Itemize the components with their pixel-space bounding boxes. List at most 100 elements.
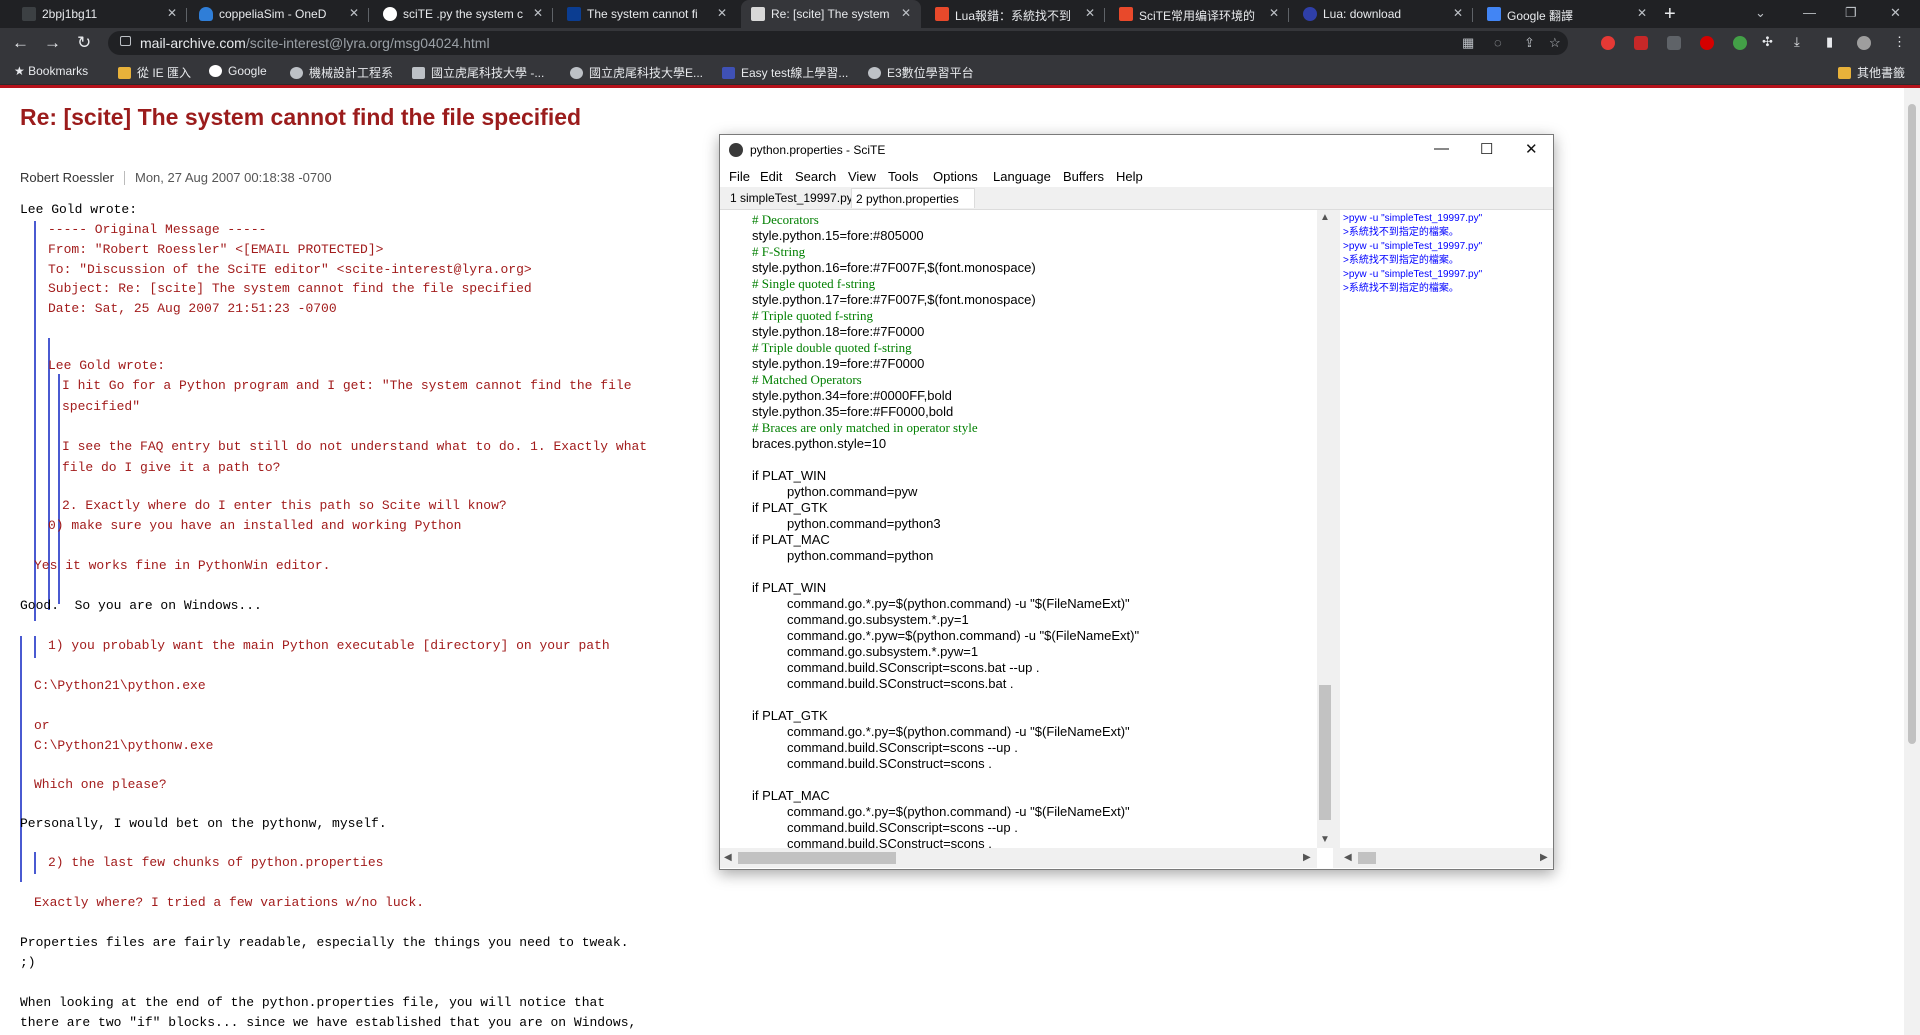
browser-tab[interactable]: 2bpj1bg11 ✕ xyxy=(12,0,187,28)
adblock-icon[interactable] xyxy=(1700,36,1714,50)
menu-icon[interactable]: ⋮ xyxy=(1893,34,1906,50)
close-icon[interactable]: ✕ xyxy=(167,6,177,20)
scrollbar-thumb[interactable] xyxy=(738,852,896,864)
close-icon[interactable]: ✕ xyxy=(1085,6,1095,20)
restore-icon[interactable]: ❐ xyxy=(1845,5,1857,21)
bookmark-item[interactable]: Easy test線上學習... xyxy=(722,64,848,81)
new-tab-button[interactable]: + xyxy=(1664,3,1676,26)
menu-file[interactable]: File xyxy=(729,169,750,184)
address-bar[interactable]: mail-archive.com/scite-interest@lyra.org… xyxy=(108,31,1568,55)
menu-search[interactable]: Search xyxy=(795,169,836,184)
close-icon[interactable]: ✕ xyxy=(1525,140,1538,158)
tab-search-icon[interactable]: ⌄ xyxy=(1755,5,1766,21)
close-window-icon[interactable]: ✕ xyxy=(1890,5,1901,21)
author-link[interactable]: Robert Roessler xyxy=(20,170,114,185)
pane-splitter[interactable] xyxy=(1333,210,1340,868)
share-icon[interactable]: ⇪ xyxy=(1524,35,1535,51)
quoted-line: Which one please? xyxy=(34,777,167,792)
bookmarks-button[interactable]: ★ Bookmarks xyxy=(14,64,88,78)
buffer-tab[interactable]: 1 simpleTest_19997.py xyxy=(726,188,853,208)
close-icon[interactable]: ✕ xyxy=(1269,6,1279,20)
reload-icon[interactable]: ↻ xyxy=(77,33,91,53)
back-icon[interactable]: ← xyxy=(12,33,29,53)
csdn-icon xyxy=(1119,7,1133,21)
minimize-icon[interactable]: — xyxy=(1434,140,1449,157)
quoted-line: Date: Sat, 25 Aug 2007 21:51:23 -0700 xyxy=(48,301,337,316)
google-icon xyxy=(383,7,397,21)
close-icon[interactable]: ✕ xyxy=(1453,6,1463,20)
download-icon[interactable]: ⤓ xyxy=(1794,34,1800,50)
menu-buffers[interactable]: Buffers xyxy=(1063,169,1104,184)
editor-pane[interactable]: # Decorators style.python.15=fore:#805000… xyxy=(720,210,1317,848)
buffer-tab-active[interactable]: 2 python.properties xyxy=(851,188,975,208)
output-line: >pyw -u "simpleTest_19997.py" xyxy=(1343,213,1483,224)
gmail-extension-icon[interactable] xyxy=(1634,36,1648,50)
scroll-up-icon[interactable]: ▲ xyxy=(1320,212,1330,223)
extension-icon[interactable] xyxy=(1733,36,1747,50)
browser-tab[interactable]: coppeliaSim - OneD ✕ xyxy=(189,0,369,28)
extension-icon[interactable] xyxy=(1667,36,1681,50)
extension-icon[interactable] xyxy=(1601,36,1615,50)
page-scrollbar[interactable] xyxy=(1904,88,1920,1035)
menu-language[interactable]: Language xyxy=(993,169,1051,184)
scroll-right-icon[interactable]: ▶ xyxy=(1540,852,1548,863)
menu-edit[interactable]: Edit xyxy=(760,169,782,184)
puzzle-icon[interactable]: ✣ xyxy=(1762,34,1773,50)
maximize-icon[interactable]: ☐ xyxy=(1480,140,1493,158)
close-icon[interactable]: ✕ xyxy=(533,6,543,20)
code-line: python.command=python3 xyxy=(787,516,941,531)
browser-tab[interactable]: Google 翻譯 ✕ xyxy=(1477,0,1657,28)
scrollbar-thumb[interactable] xyxy=(1908,104,1916,744)
bookmark-item[interactable]: 機械設計工程系 xyxy=(290,64,393,81)
minimize-icon[interactable]: — xyxy=(1803,5,1816,20)
menu-tools[interactable]: Tools xyxy=(888,169,918,184)
bookmark-item[interactable]: E3數位學習平台 xyxy=(868,64,974,81)
quoted-line: Lee Gold wrote: xyxy=(48,358,166,373)
quoted-line: or xyxy=(34,718,50,733)
scroll-left-icon[interactable]: ◀ xyxy=(1344,852,1352,863)
browser-tab[interactable]: Lua報錯：系統找不到 ✕ xyxy=(925,0,1105,28)
output-line: >系統找不到指定的檔案。 xyxy=(1343,283,1459,294)
scrollbar-thumb[interactable] xyxy=(1358,852,1376,864)
nfu-icon xyxy=(412,67,425,79)
bookmark-item[interactable]: 國立虎尾科技大學 -... xyxy=(412,64,544,81)
bookmark-item[interactable]: Google xyxy=(209,64,267,78)
scroll-left-icon[interactable]: ◀ xyxy=(724,852,732,863)
menu-options[interactable]: Options xyxy=(933,169,978,184)
editor-vertical-scrollbar[interactable]: ▲ ▼ xyxy=(1317,210,1333,848)
close-icon[interactable]: ✕ xyxy=(1637,6,1647,20)
close-icon[interactable]: ✕ xyxy=(349,6,359,20)
forward-icon[interactable]: → xyxy=(44,33,61,53)
menu-help[interactable]: Help xyxy=(1116,169,1143,184)
browser-tab[interactable]: The system cannot fi ✕ xyxy=(557,0,737,28)
lens-icon[interactable]: ◌ xyxy=(1494,35,1502,50)
scroll-right-icon[interactable]: ▶ xyxy=(1303,852,1311,863)
scroll-down-icon[interactable]: ▼ xyxy=(1320,834,1330,845)
menu-view[interactable]: View xyxy=(848,169,876,184)
browser-tab[interactable]: SciTE常用编译环境的 ✕ xyxy=(1109,0,1289,28)
browser-tab[interactable]: sciTE .py the system c ✕ xyxy=(373,0,553,28)
quoted-line: 2. Exactly where do I enter this path so… xyxy=(62,498,507,513)
translate-icon[interactable]: ▦ xyxy=(1462,35,1474,51)
message-line: Personally, I would bet on the pythonw, … xyxy=(20,816,387,831)
scrollbar-thumb[interactable] xyxy=(1319,685,1331,820)
output-pane[interactable]: >pyw -u "simpleTest_19997.py" >系統找不到指定的檔案… xyxy=(1340,210,1553,848)
code-line: command.go.subsystem.*.py=1 xyxy=(787,612,969,627)
bookmark-folder[interactable]: 從 IE 匯入 xyxy=(118,64,191,81)
scite-titlebar[interactable]: python.properties - SciTE — ☐ ✕ xyxy=(720,135,1553,165)
quoted-line: 1) you probably want the main Python exe… xyxy=(48,638,610,653)
code-area[interactable]: # Decorators style.python.15=fore:#805000… xyxy=(752,212,1139,848)
avatar[interactable] xyxy=(1857,36,1871,50)
other-bookmarks-folder[interactable]: 其他書籤 xyxy=(1838,64,1905,81)
close-icon[interactable]: ✕ xyxy=(717,6,727,20)
editor-horizontal-scrollbar[interactable]: ◀ ▶ xyxy=(720,848,1317,868)
output-horizontal-scrollbar[interactable]: ◀ ▶ xyxy=(1340,848,1553,868)
sidebar-icon[interactable]: ▮ xyxy=(1826,34,1833,50)
url-path: /scite-interest@lyra.org/msg04024.html xyxy=(245,35,490,51)
bookmark-star-icon[interactable]: ☆ xyxy=(1549,35,1561,51)
browser-tab-active[interactable]: Re: [scite] The system ✕ xyxy=(741,0,921,28)
bookmark-item[interactable]: 國立虎尾科技大學E... xyxy=(570,64,703,81)
browser-tab[interactable]: Lua: download ✕ xyxy=(1293,0,1473,28)
star-icon: ★ xyxy=(14,64,29,78)
close-icon[interactable]: ✕ xyxy=(901,6,911,20)
